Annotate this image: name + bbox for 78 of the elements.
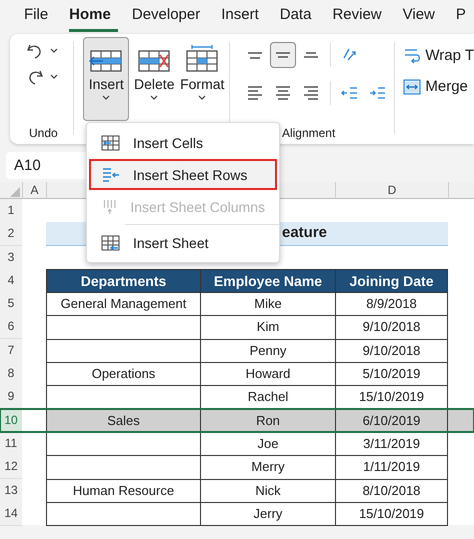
ribbon-tab[interactable]: View — [402, 0, 442, 32]
table-cell: 9/10/2018 — [335, 338, 448, 363]
row-number[interactable]: 5 — [0, 292, 22, 316]
row-number[interactable]: 8 — [0, 362, 22, 386]
table-cell: Operations — [46, 362, 200, 386]
align-button[interactable] — [270, 42, 296, 68]
table-cell: 5/10/2019 — [335, 362, 448, 386]
row-number[interactable]: 9 — [0, 385, 22, 410]
align-lines-icon — [302, 52, 319, 58]
row-number[interactable]: 11 — [0, 432, 22, 456]
table-cell: Kim — [200, 315, 335, 340]
column-header[interactable]: D — [335, 182, 448, 199]
group-label: Alignment — [282, 126, 336, 140]
row-number[interactable]: 14 — [0, 502, 22, 526]
row-number[interactable]: 6 — [0, 315, 22, 340]
column-heading: Employee Name — [200, 268, 335, 293]
table-cell: Joe — [200, 432, 335, 456]
table-cell: 8/9/2018 — [335, 292, 448, 316]
chevron-down-icon — [150, 95, 158, 101]
table-cell: Jerry — [200, 502, 335, 526]
ribbon-tab[interactable]: File — [24, 0, 56, 32]
row-number[interactable]: 13 — [0, 478, 22, 503]
table-cell: General Management — [46, 292, 200, 316]
wrap-text-button[interactable]: Wrap T — [403, 46, 474, 64]
table-cell: Howard — [200, 362, 335, 386]
chevron-down-icon[interactable] — [50, 48, 58, 54]
ribbon-tab[interactable]: Review — [332, 0, 389, 32]
table-cell: 1/11/2019 — [335, 455, 448, 480]
ribbon-button[interactable]: Insert — [83, 37, 130, 121]
table-cell: 15/10/2019 — [335, 385, 448, 410]
merge-icon — [403, 78, 422, 94]
row-number[interactable]: 4 — [0, 268, 22, 293]
table-icon — [101, 234, 121, 252]
table-cell: Human Resource — [46, 478, 200, 503]
row-number[interactable]: 7 — [0, 338, 22, 363]
group-label: Undo — [29, 126, 58, 140]
align-lines-icon — [274, 52, 291, 58]
chevron-down-icon — [102, 95, 110, 101]
ribbon-button[interactable]: Delete — [131, 37, 178, 121]
table-cell: Rachel — [200, 385, 335, 410]
table-cell: 3/11/2019 — [335, 432, 448, 456]
menu-item[interactable]: Insert Cells — [89, 127, 277, 158]
column-header[interactable]: A — [22, 182, 46, 199]
table-cell: Penny — [200, 338, 335, 363]
table-cell: Merry — [200, 455, 335, 480]
align-lines-icon — [246, 52, 263, 58]
table-cell: 9/10/2018 — [335, 315, 448, 340]
align-lines-icon — [274, 86, 291, 100]
row-number[interactable]: 10 — [0, 408, 22, 433]
row-number[interactable]: 12 — [0, 455, 22, 480]
chevron-down-icon — [198, 95, 206, 101]
table-cell: 8/10/2018 — [335, 478, 448, 503]
table-cell: 15/10/2019 — [335, 502, 448, 526]
chevron-down-icon[interactable] — [50, 74, 58, 80]
merge-button[interactable]: Merge — [403, 78, 474, 95]
row-number[interactable]: 2 — [0, 222, 22, 246]
column-heading: Joining Date — [335, 268, 448, 293]
ribbon-tab[interactable]: Developer — [132, 0, 208, 32]
table-cell: Nick — [200, 478, 335, 503]
ribbon-tab[interactable]: Data — [280, 0, 318, 32]
ribbon-tab[interactable]: P — [456, 0, 473, 32]
table-cell: Ron — [200, 408, 335, 433]
ribbon-button[interactable]: Format — [179, 37, 226, 121]
align-lines-icon — [302, 86, 319, 100]
row-number[interactable]: 3 — [0, 246, 22, 270]
insert-columns-icon — [101, 198, 118, 216]
selected-row[interactable]: 10 Sales Ron 6/10/2019 — [0, 408, 474, 432]
row-number[interactable]: 1 — [0, 199, 22, 223]
table-icon — [185, 45, 220, 73]
table-cell: 6/10/2019 — [335, 408, 448, 433]
table-cell: Mike — [200, 292, 335, 316]
ribbon-tab[interactable]: Insert — [221, 0, 266, 32]
insert-rows-icon — [101, 166, 121, 184]
table-icon — [101, 134, 121, 152]
menu-item[interactable]: Insert Sheet Rows — [89, 159, 277, 190]
align-lines-icon — [246, 86, 263, 100]
table-cell: Sales — [46, 408, 200, 433]
column-heading: Departments — [46, 268, 200, 293]
